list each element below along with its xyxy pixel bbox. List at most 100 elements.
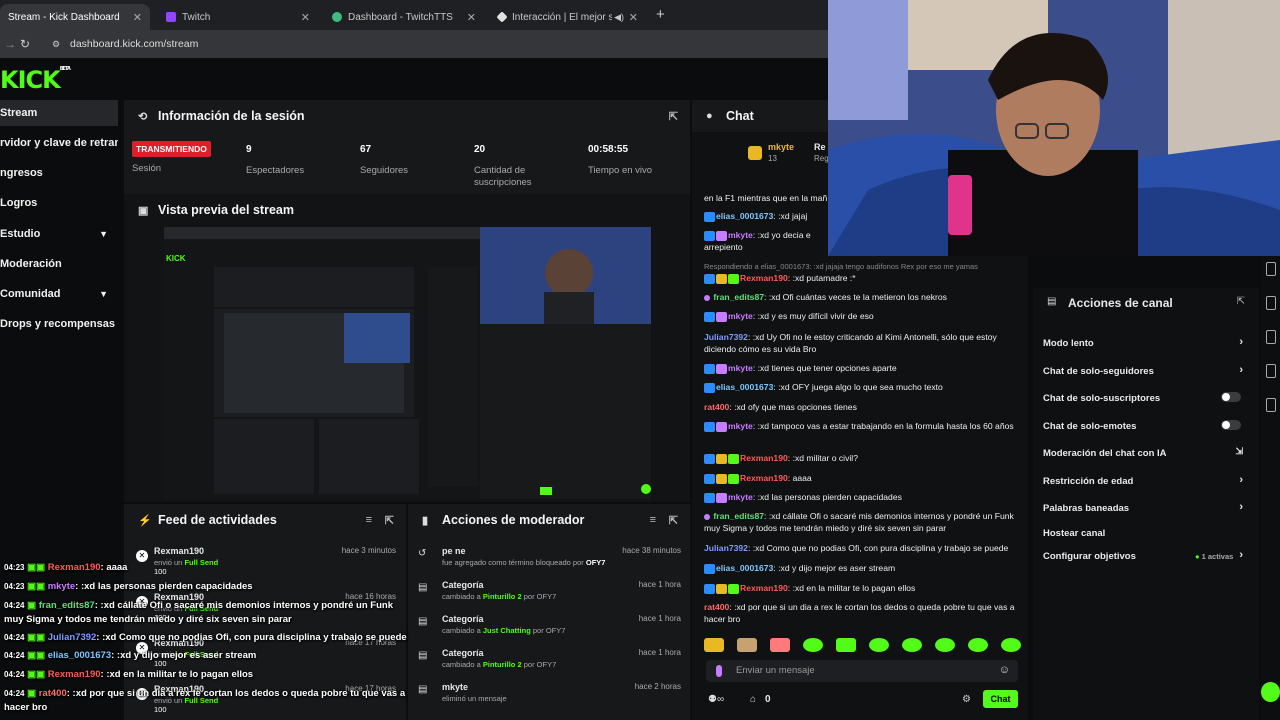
new-tab-button[interactable]: + [656,6,665,23]
mod-item-title: pe ne [442,546,466,556]
mod-sub: cambiado a Pinturillo 2 por OFY7 [442,592,557,601]
chat-message: mkyte: :xd y es muy difícil vivir de eso [704,310,1024,322]
action-label: Configurar objetivos [1043,551,1136,562]
send-chat-button[interactable]: Chat [983,690,1018,708]
action-label: Palabras baneadas [1043,503,1130,514]
pinned-message[interactable]: mkyte 13 Re Reg [748,142,829,166]
twitch-icon [166,12,176,22]
chat-input[interactable]: Enviar un mensaje ☺ [706,660,1018,682]
chevron-right-icon: › [1239,474,1243,486]
action-goals[interactable]: Configurar objetivos ● 1 activas › [1043,549,1253,562]
stat-label: Tiempo en vivo [588,165,653,176]
popout-icon[interactable]: ⇱ [385,514,394,527]
live-badge: TRANSMITIENDO [132,141,211,157]
sidebar-item-logros[interactable]: Logros [0,190,118,216]
emote-icon[interactable] [968,638,988,652]
chevron-right-icon: › [1239,364,1243,376]
forward-icon[interactable]: → [4,37,16,51]
action-followers-only[interactable]: Chat de solo-seguidores › [1043,364,1253,377]
site-info-icon[interactable]: ⚙ [52,39,60,50]
mod-item: ▤ mkyte hace 2 horas eliminó un mensaje [416,682,681,714]
emote-icon[interactable] [869,638,889,652]
viewers-icon: ⚉∞ [708,694,725,705]
close-tab-icon[interactable]: ✕ [301,11,310,24]
channel-actions-panel: ▤ Acciones de canal ⇱ Modo lento › Chat d… [1033,288,1259,720]
emote-icon[interactable] [935,638,955,652]
tab-twitchtts[interactable]: Dashboard - TwitchTTS ✕ [324,4,484,30]
action-subs-only[interactable]: Chat de solo-suscriptores [1043,392,1253,404]
chat-message: elias_0001673: :xd jajaj [704,210,828,222]
toolbar-icon[interactable] [1266,364,1276,378]
action-banned-words[interactable]: Palabras baneadas › [1043,501,1253,514]
tab-interaccion[interactable]: Interacción | El mejor softw ◀) ✕ [490,4,646,30]
sidebar-item-server-key[interactable]: rvidor y clave de retransn [0,130,118,156]
close-tab-icon[interactable]: ✕ [467,11,476,24]
pinned-text: Re [814,142,826,152]
kick-support-icon[interactable] [1261,682,1280,702]
emote-icon[interactable] [737,638,757,652]
webcam-image [828,0,1280,256]
toolbar-icon[interactable] [1266,398,1276,412]
chat-message: Rexman190: :xd putamadre :* [704,272,1024,284]
history-icon: ↺ [418,548,427,559]
close-tab-icon[interactable]: ✕ [133,11,142,24]
action-label: Moderación del chat con IA [1043,448,1167,459]
category-icon: ▤ [418,616,428,627]
webcam-overlay [828,0,1280,256]
popout-icon[interactable]: ⇱ [669,110,678,123]
stat-value: 20 [474,144,486,155]
url-field[interactable]: dashboard.kick.com/stream [70,38,198,50]
sidebar-item-stream[interactable]: Stream [0,100,118,126]
filter-icon[interactable]: ≡ [650,514,656,526]
stat-value: 00:58:55 [588,144,629,155]
mod-time: hace 2 horas [634,682,681,691]
chat-message: Rexman190: :xd en la militar te lo pagan… [704,582,1024,594]
action-ai-moderation[interactable]: Moderación del chat con IA ⇲ [1043,446,1253,459]
toolbar-icon[interactable] [1266,330,1276,344]
action-age-restriction[interactable]: Restricción de edad › [1043,474,1253,487]
sidebar-item-comunidad[interactable]: Comunidad ▼ [0,281,118,307]
mod-item: ▤ Categoría hace 1 hora cambiado a Pintu… [416,580,681,612]
emote-icon[interactable] [770,638,790,652]
chat-message: elias_0001673: :xd y dijo mejor es aser … [704,562,1024,574]
popout-icon[interactable]: ⇱ [669,514,678,527]
overlay-line: 04:23 ▣▣ mkyte: :xd las personas pierden… [4,581,253,592]
overlay-line: hacer bro [4,702,48,713]
stat-label: Seguidores [360,165,409,176]
preview-header: ▣ Vista previa del stream [124,194,690,226]
svg-text:KICK: KICK [166,254,186,263]
mod-sub: fue agregado como término bloqueado por … [442,558,606,567]
subs-only-toggle[interactable] [1221,392,1241,402]
action-host-channel[interactable]: Hostear canal [1043,528,1253,539]
sidebar-item-ingresos[interactable]: ngresos [0,160,118,186]
reload-icon[interactable]: ↻ [20,37,30,51]
mod-header: ▮ Acciones de moderador ≡ ⇱ [408,504,690,536]
stat-followers: 67 Seguidores [360,144,408,177]
sidebar-item-drops[interactable]: Drops y recompensas [0,311,118,337]
toolbar-icon[interactable] [1266,296,1276,310]
emote-icon[interactable] [902,638,922,652]
emoji-icon[interactable]: ☺ [999,664,1010,676]
category-icon: ▤ [418,684,428,695]
settings-gear-icon[interactable]: ⚙ [962,694,971,705]
mod-item-title: mkyte [442,682,469,692]
sidebar-item-estudio[interactable]: Estudio ▼ [0,221,118,247]
speaker-icon: ◀) [614,11,624,22]
close-tab-icon[interactable]: ✕ [629,11,638,24]
sidebar-item-moderacion[interactable]: Moderación [0,251,118,277]
popout-icon[interactable]: ⇱ [1237,296,1245,307]
filter-icon[interactable]: ≡ [366,514,372,526]
toolbar-icon[interactable] [1266,262,1276,276]
emote-icon[interactable] [803,638,823,652]
tab-twitch[interactable]: Twitch ✕ [158,4,318,30]
emote-icon[interactable] [704,638,724,652]
emote-icon[interactable] [836,638,856,652]
emote-icon[interactable] [1001,638,1021,652]
kick-logo[interactable]: KICKBETA [0,66,71,94]
action-emotes-only[interactable]: Chat de solo-emotes [1043,420,1253,432]
tab-kick-dashboard[interactable]: Stream - Kick Dashboard ✕ [0,4,150,30]
chat-message: fran_edits87: :xd Ofi cuántas veces te l… [704,291,1024,303]
emotes-only-toggle[interactable] [1221,420,1241,430]
action-slow-mode[interactable]: Modo lento › [1043,336,1253,349]
stream-preview-video[interactable]: KICK [164,227,651,499]
